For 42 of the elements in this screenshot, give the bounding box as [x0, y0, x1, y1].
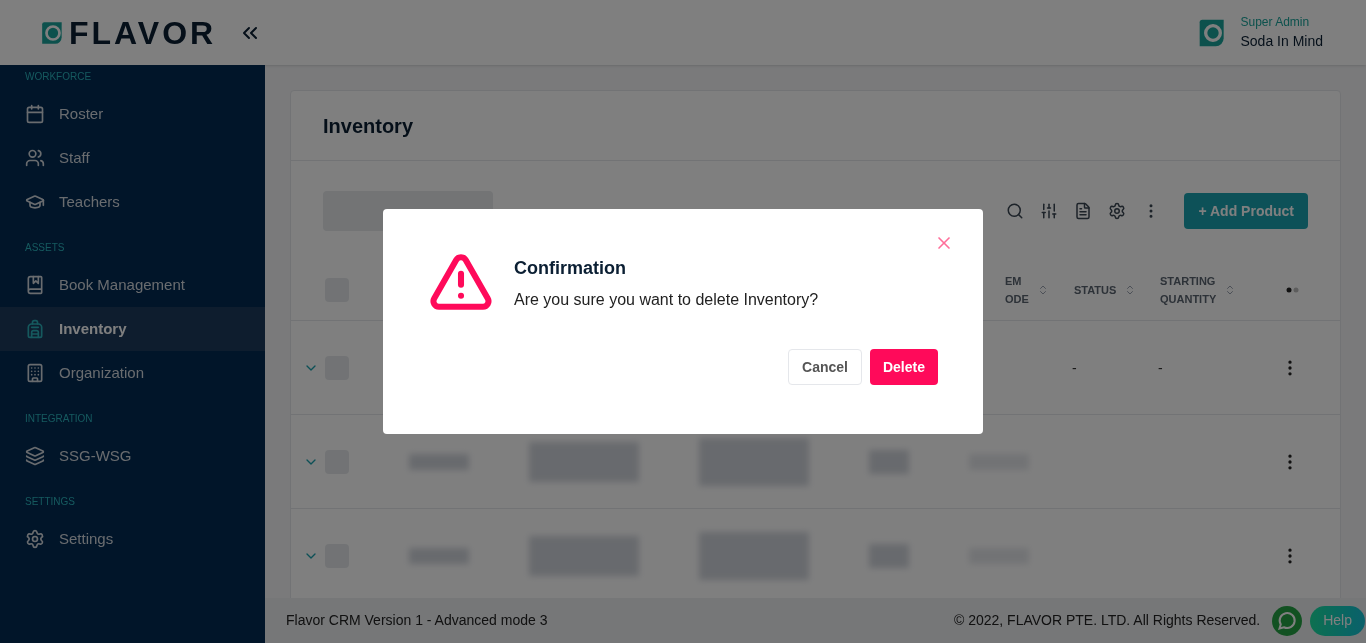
logo-text: FLAVOR: [69, 13, 217, 53]
section-title: SETTINGS: [24, 496, 76, 507]
sidebar-item[interactable]: Book Management: [0, 263, 265, 307]
building-icon: [25, 363, 45, 383]
section-title: WORKFORCE: [24, 71, 93, 82]
layers-icon: [25, 446, 45, 466]
settings-icon[interactable]: [1108, 202, 1127, 220]
sidebar-item[interactable]: SSG-WSG: [0, 434, 265, 478]
sidebar-item[interactable]: Roster: [0, 92, 265, 136]
copyright-text: © 2022, FLAVOR PTE. LTD. All Rights Reserved.: [953, 611, 1261, 630]
sidebar-item[interactable]: Inventory: [0, 307, 265, 351]
cancel-button[interactable]: Cancel: [788, 349, 862, 385]
search-icon[interactable]: [1006, 202, 1025, 220]
calendar-icon: [25, 104, 45, 124]
status-cell: -: [1072, 359, 1077, 376]
dialog-message: Are you sure you want to delete Inventory?: [514, 290, 819, 310]
section-title: ASSETS: [24, 242, 66, 253]
column-toggle-icon[interactable]: [1286, 286, 1300, 293]
settings-icon: [25, 529, 45, 549]
sidebar-item[interactable]: Teachers: [0, 180, 265, 224]
book-icon: [25, 275, 45, 295]
dialog-title: Confirmation: [514, 257, 627, 280]
sidebar-item[interactable]: Settings: [0, 517, 265, 561]
section-title: INTEGRATION: [24, 413, 94, 424]
document-icon[interactable]: [1074, 202, 1093, 220]
sidebar-item[interactable]: Staff: [0, 136, 265, 180]
user-role: Super Admin: [1240, 14, 1311, 31]
graduation-cap-icon: [25, 192, 45, 212]
column-header: STARTING QUANTITY: [1160, 273, 1217, 307]
add-product-button[interactable]: + Add Product: [1184, 193, 1308, 229]
version-text: Flavor CRM Version 1 - Advanced mode 3: [286, 611, 548, 630]
column-header: EM ODE: [1005, 273, 1029, 307]
column-header: STATUS: [1074, 282, 1117, 298]
sidebar-item[interactable]: Organization: [0, 351, 265, 395]
quantity-cell: -: [1158, 359, 1163, 376]
backpack-icon: [25, 319, 45, 339]
filter-icon[interactable]: [1040, 202, 1059, 220]
whatsapp-icon[interactable]: [1272, 605, 1303, 636]
page-title: Inventory: [323, 113, 414, 139]
users-icon: [25, 148, 45, 168]
delete-button[interactable]: Delete: [869, 349, 938, 385]
user-name: Soda In Mind: [1240, 32, 1323, 51]
